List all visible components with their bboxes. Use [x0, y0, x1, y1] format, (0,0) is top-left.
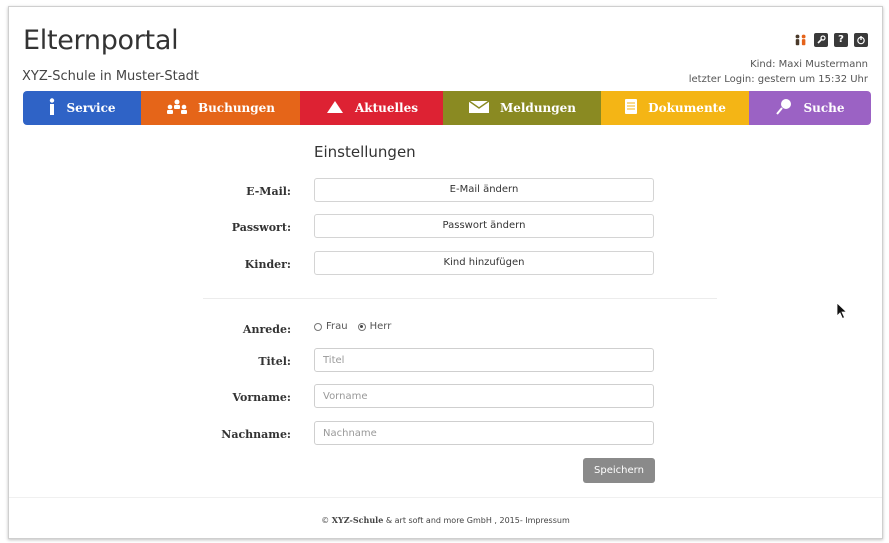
radio-herr[interactable] [357, 322, 366, 331]
child-info: Kind: Maxi Mustermann [750, 59, 868, 70]
title-input[interactable] [314, 348, 654, 372]
power-icon[interactable] [854, 33, 868, 47]
page-title: Einstellungen [314, 143, 416, 161]
nav-tab-aktuelles[interactable]: Aktuelles [300, 91, 443, 125]
mouse-cursor-icon [836, 302, 848, 324]
search-icon [775, 98, 793, 119]
password-label: Passwort: [231, 221, 291, 234]
email-label: E-Mail: [246, 185, 291, 198]
section-divider [203, 298, 717, 299]
nav-tab-dokumente[interactable]: Dokumente [601, 91, 749, 125]
nav-tab-label: Aktuelles [354, 101, 419, 115]
save-button[interactable]: Speichern [583, 458, 655, 483]
nav-tab-label: Suche [803, 101, 845, 115]
user-info: Kind: Maxi Mustermann letzter Login: ges… [689, 57, 868, 87]
nav-tab-buchungen[interactable]: Buchungen [141, 91, 300, 125]
firstname-label: Vorname: [232, 391, 291, 404]
footer-divider [9, 497, 882, 498]
lastname-label: Nachname: [221, 428, 291, 441]
school-name: XYZ-Schule in Muster-Stadt [22, 69, 200, 84]
megaphone-icon [325, 99, 345, 118]
info-icon [48, 97, 56, 119]
wrench-icon[interactable] [814, 33, 828, 47]
envelope-icon [468, 99, 490, 117]
copyright-symbol: © [321, 516, 330, 525]
children-label: Kinder: [244, 258, 291, 271]
nav-tab-service[interactable]: Service [23, 91, 141, 125]
users-icon[interactable] [794, 33, 808, 47]
footer-brand-link[interactable]: XYZ-Schule [332, 515, 384, 525]
radio-frau[interactable] [314, 322, 322, 331]
app-title: Elternportal [23, 25, 179, 56]
radio-frau-label: Frau [326, 321, 348, 332]
footer-text: & art soft and more GmbH , 2015- Impress… [385, 516, 570, 525]
firstname-input[interactable] [314, 384, 654, 408]
salutation-label: Anrede: [242, 323, 291, 336]
footer: © XYZ-Schule & art soft and more GmbH , … [9, 515, 882, 525]
nav-tab-suche[interactable]: Suche [749, 91, 871, 125]
main-nav: Service Buchungen Aktuelles Meldungen Do… [23, 91, 871, 125]
document-icon [624, 98, 638, 118]
nav-tab-label: Dokumente [648, 101, 726, 115]
nav-tab-label: Meldungen [499, 101, 577, 115]
title-label: Titel: [258, 355, 291, 368]
people-icon [166, 99, 188, 118]
change-password-button[interactable]: Passwort ändern [314, 214, 654, 238]
change-email-button[interactable]: E-Mail ändern [314, 178, 654, 202]
salutation-radio-group: Frau Herr [314, 321, 391, 332]
nav-tab-label: Service [66, 101, 116, 115]
lastname-input[interactable] [314, 421, 654, 445]
nav-tab-meldungen[interactable]: Meldungen [443, 91, 601, 125]
help-icon[interactable]: ? [834, 33, 848, 47]
last-login: letzter Login: gestern um 15:32 Uhr [688, 74, 868, 85]
portal-window: Elternportal XYZ-Schule in Muster-Stadt … [8, 6, 883, 539]
radio-herr-label: Herr [369, 321, 392, 332]
nav-tab-label: Buchungen [197, 101, 276, 115]
add-child-button[interactable]: Kind hinzufügen [314, 251, 654, 275]
header-toolbar: ? [794, 33, 868, 47]
